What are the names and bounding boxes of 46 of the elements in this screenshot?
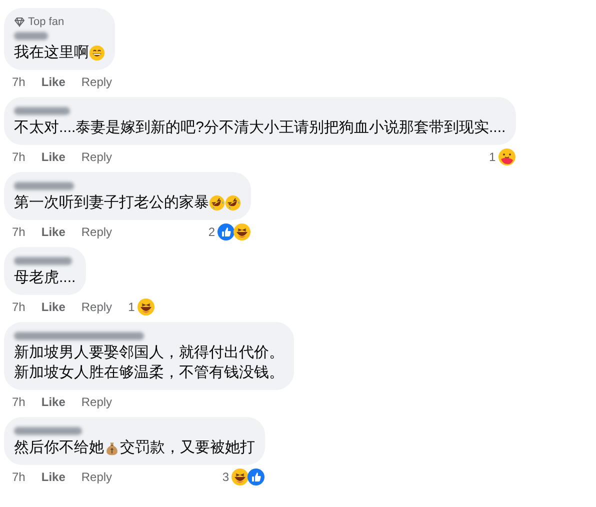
thumbs-up-icon	[217, 223, 235, 241]
thumbs-up-icon	[247, 468, 265, 486]
like-link[interactable]: Like	[41, 298, 66, 316]
blurred-name	[14, 32, 48, 40]
laughing-tears-face-icon	[209, 195, 225, 211]
like-link[interactable]: Like	[41, 393, 66, 411]
laughing-face-icon	[136, 298, 155, 316]
laughing-face-icon	[231, 468, 249, 486]
comment-time[interactable]: 7h	[12, 148, 26, 166]
reply-link[interactable]: Reply	[81, 298, 112, 316]
reaction-summary[interactable]: 2	[192, 223, 251, 241]
reply-link[interactable]: Reply	[81, 148, 112, 166]
comment-time[interactable]: 7h	[12, 223, 26, 241]
like-link[interactable]: Like	[41, 73, 66, 91]
comment-text: 新加坡女人胜在够温柔，不管有钱没钱。	[14, 363, 284, 383]
comment-text: 新加坡男人要娶邻国人，就得付出代价。	[14, 343, 284, 363]
comment-text: 母老虎....	[14, 268, 76, 288]
blurred-name	[14, 257, 72, 265]
reply-link[interactable]: Reply	[81, 223, 112, 241]
reply-link[interactable]: Reply	[81, 73, 112, 91]
reaction-summary[interactable]: 1	[473, 148, 516, 166]
comment-time[interactable]: 7h	[12, 298, 26, 316]
comment-text: 不太对....泰妻是嫁到新的吧?分不清大小王请别把狗血小说那套带到现实....	[14, 118, 506, 138]
comment-text: 然后你不给她	[14, 438, 104, 458]
blurred-name	[14, 182, 74, 190]
like-link[interactable]: Like	[41, 223, 66, 241]
reply-link[interactable]: Reply	[81, 393, 112, 411]
blurred-name	[14, 427, 82, 435]
laughing-face-icon	[233, 223, 251, 241]
blurred-name	[14, 107, 70, 115]
grinning-face-icon	[89, 45, 105, 61]
reaction-summary[interactable]: 3	[206, 468, 265, 486]
comment-time[interactable]: 7h	[12, 73, 26, 91]
reply-link[interactable]: Reply	[81, 468, 112, 486]
reaction-summary[interactable]: 1	[112, 298, 155, 316]
comment-text: 交罚款，又要被她打	[120, 438, 255, 458]
comment-text: 我在这里啊	[14, 43, 89, 63]
top-fan-label: Top fan	[28, 15, 64, 29]
like-link[interactable]: Like	[41, 148, 66, 166]
comment-time[interactable]: 7h	[12, 468, 26, 486]
money-bag-icon	[104, 440, 120, 456]
laughing-tears-face-icon	[225, 195, 241, 211]
diamond-badge-icon	[14, 17, 25, 27]
comment-text: 第一次听到妻子打老公的家暴	[14, 193, 209, 213]
like-link[interactable]: Like	[41, 468, 66, 486]
comment-time[interactable]: 7h	[12, 393, 26, 411]
